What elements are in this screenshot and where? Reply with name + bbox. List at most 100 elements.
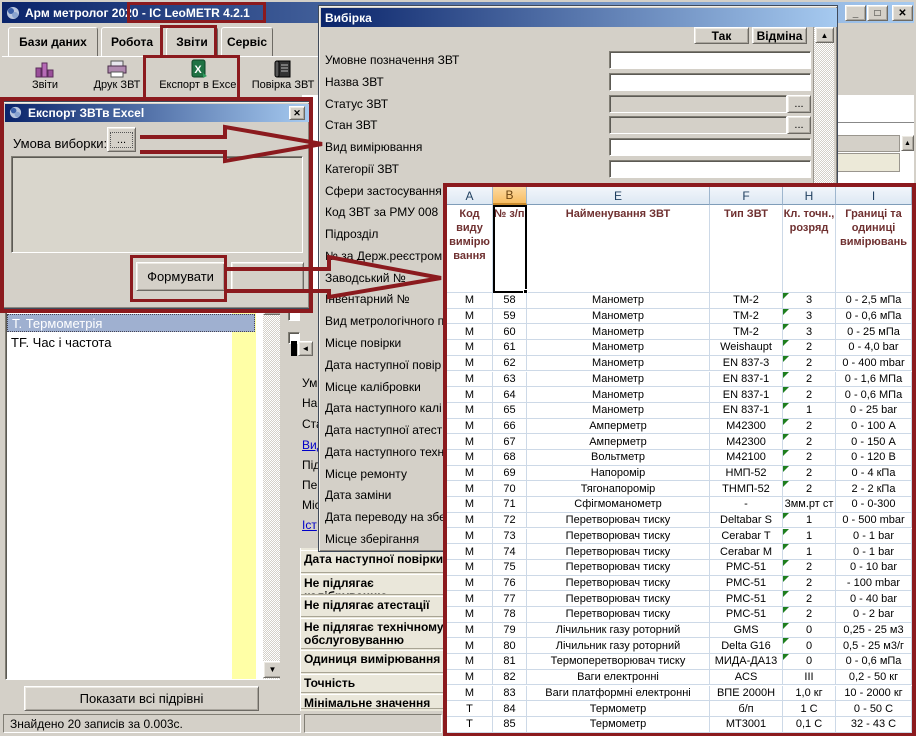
cell[interactable]: 1 bbox=[783, 513, 836, 529]
cell[interactable]: Т bbox=[447, 717, 493, 733]
cell[interactable]: НМП-52 bbox=[710, 466, 783, 482]
property-row[interactable]: Точність bbox=[301, 674, 443, 693]
cell[interactable]: Амперметр bbox=[527, 419, 710, 435]
cell[interactable]: 2 bbox=[783, 356, 836, 372]
cell[interactable]: Перетворювач тиску bbox=[527, 529, 710, 545]
cell[interactable]: М bbox=[447, 560, 493, 576]
cell[interactable]: Манометр bbox=[527, 356, 710, 372]
cell[interactable]: 3 bbox=[783, 324, 836, 340]
cell[interactable]: Перетворювач тиску bbox=[527, 576, 710, 592]
cell[interactable]: М bbox=[447, 481, 493, 497]
field-input[interactable] bbox=[609, 138, 811, 156]
field-picker-button[interactable]: ... bbox=[787, 95, 811, 113]
cell[interactable]: 68 bbox=[493, 450, 527, 466]
toolbar-button-excel[interactable]: XЕкспорт в Excel bbox=[154, 59, 244, 96]
header-cell[interactable]: Границі та одиниці вимірювань bbox=[836, 205, 912, 293]
cell[interactable]: 60 bbox=[493, 324, 527, 340]
cell[interactable]: 63 bbox=[493, 372, 527, 388]
cell[interactable]: EN 837-1 bbox=[710, 372, 783, 388]
property-row[interactable]: Дата наступної повірки bbox=[301, 550, 443, 573]
cell[interactable]: 0 - 0,6 МПа bbox=[836, 387, 912, 403]
column-letter-B[interactable]: B bbox=[493, 187, 527, 205]
cell[interactable]: Ваги електронні bbox=[527, 670, 710, 686]
cell[interactable]: 1,0 кг bbox=[783, 686, 836, 702]
cell[interactable]: МТ3001 bbox=[710, 717, 783, 733]
cell[interactable]: ТНМП-52 bbox=[710, 481, 783, 497]
condition-listbox[interactable] bbox=[11, 156, 303, 253]
cell[interactable]: М bbox=[447, 638, 493, 654]
cell[interactable]: М bbox=[447, 686, 493, 702]
cell[interactable]: М bbox=[447, 466, 493, 482]
cell[interactable]: 0 - 150 А bbox=[836, 434, 912, 450]
column-letter-E[interactable]: E bbox=[527, 187, 710, 205]
cell[interactable]: М bbox=[447, 654, 493, 670]
cell[interactable]: 2 - 2 кПа bbox=[836, 481, 912, 497]
cell[interactable]: Сфігмоманометр bbox=[527, 497, 710, 513]
cell[interactable]: 0,25 - 25 м3 bbox=[836, 623, 912, 639]
cell[interactable]: EN 837-3 bbox=[710, 356, 783, 372]
cell[interactable]: ТМ-2 bbox=[710, 309, 783, 325]
header-cell[interactable]: Тип ЗВТ bbox=[710, 205, 783, 293]
cell[interactable]: 73 bbox=[493, 529, 527, 545]
cell[interactable]: М bbox=[447, 513, 493, 529]
property-row[interactable]: Одиниця вимірювання bbox=[301, 650, 443, 673]
cell[interactable]: 0 - 2,5 мПа bbox=[836, 293, 912, 309]
list-item[interactable]: TF. Час і частота bbox=[7, 333, 255, 351]
cell[interactable]: 0,1 С bbox=[783, 717, 836, 733]
cell[interactable]: М bbox=[447, 434, 493, 450]
cell[interactable]: 0,5 - 25 м3/г bbox=[836, 638, 912, 654]
cell[interactable]: 0 - 25 мПа bbox=[836, 324, 912, 340]
cell[interactable]: 0 - 40 bar bbox=[836, 591, 912, 607]
minimize-button[interactable]: _ bbox=[845, 5, 866, 21]
cell[interactable]: PMC-51 bbox=[710, 607, 783, 623]
cell[interactable]: Deltabar S bbox=[710, 513, 783, 529]
cell[interactable]: 1 bbox=[783, 529, 836, 545]
property-row[interactable]: Не підлягає атестації bbox=[301, 596, 443, 617]
cell[interactable]: Манометр bbox=[527, 324, 710, 340]
cell[interactable]: М bbox=[447, 544, 493, 560]
cell[interactable]: 2 bbox=[783, 481, 836, 497]
cell[interactable]: Термометр bbox=[527, 717, 710, 733]
close-icon[interactable]: ✕ bbox=[289, 106, 305, 120]
column-letter-H[interactable]: H bbox=[783, 187, 836, 205]
cell[interactable]: МИДА-ДА13 bbox=[710, 654, 783, 670]
cell[interactable]: Лічильник газу роторний bbox=[527, 623, 710, 639]
cell[interactable]: III bbox=[783, 670, 836, 686]
cell[interactable]: 76 bbox=[493, 576, 527, 592]
cell[interactable]: ACS bbox=[710, 670, 783, 686]
cell[interactable]: 0,2 - 50 кг bbox=[836, 670, 912, 686]
cell[interactable]: 1 bbox=[783, 544, 836, 560]
cell[interactable]: М bbox=[447, 576, 493, 592]
toolbar-button-printer[interactable]: Друк ЗВТ bbox=[82, 59, 152, 96]
cell[interactable]: М42300 bbox=[710, 434, 783, 450]
cell[interactable]: Cerabar M bbox=[710, 544, 783, 560]
cell[interactable]: 1 С bbox=[783, 701, 836, 717]
header-cell[interactable]: Кл. точн., розряд bbox=[783, 205, 836, 293]
cell[interactable]: 0 - 25 bar bbox=[836, 403, 912, 419]
field-input[interactable] bbox=[609, 73, 811, 91]
field-picker-button[interactable]: ... bbox=[787, 116, 811, 134]
cell[interactable]: 3 bbox=[783, 309, 836, 325]
property-row[interactable]: Не підлягає калібруванню bbox=[301, 574, 443, 595]
cell[interactable]: Лічильник газу роторний bbox=[527, 638, 710, 654]
cell[interactable]: Манометр bbox=[527, 387, 710, 403]
cell[interactable]: 0 - 1 bar bbox=[836, 544, 912, 560]
cell[interactable]: ТМ-2 bbox=[710, 324, 783, 340]
cell[interactable]: 1 bbox=[783, 403, 836, 419]
cell[interactable]: Манометр bbox=[527, 293, 710, 309]
cell[interactable]: 80 bbox=[493, 638, 527, 654]
show-all-sublevels-button[interactable]: Показати всі підрівні bbox=[24, 686, 259, 711]
cell[interactable]: 66 bbox=[493, 419, 527, 435]
cell[interactable]: 0 - 4,0 bar bbox=[836, 340, 912, 356]
cell[interactable]: 2 bbox=[783, 387, 836, 403]
cell[interactable]: М42100 bbox=[710, 450, 783, 466]
cell[interactable]: 2 bbox=[783, 591, 836, 607]
maximize-button[interactable]: □ bbox=[867, 5, 888, 21]
cell[interactable]: Манометр bbox=[527, 340, 710, 356]
cell[interactable]: 0 - 0,6 мПа bbox=[836, 654, 912, 670]
cell[interactable]: Перетворювач тиску bbox=[527, 544, 710, 560]
cell[interactable]: GMS bbox=[710, 623, 783, 639]
tab-сервіс[interactable]: Сервіс bbox=[221, 27, 273, 56]
cell[interactable]: 2 bbox=[783, 466, 836, 482]
list-item[interactable]: Т. Термометрія bbox=[7, 314, 255, 332]
